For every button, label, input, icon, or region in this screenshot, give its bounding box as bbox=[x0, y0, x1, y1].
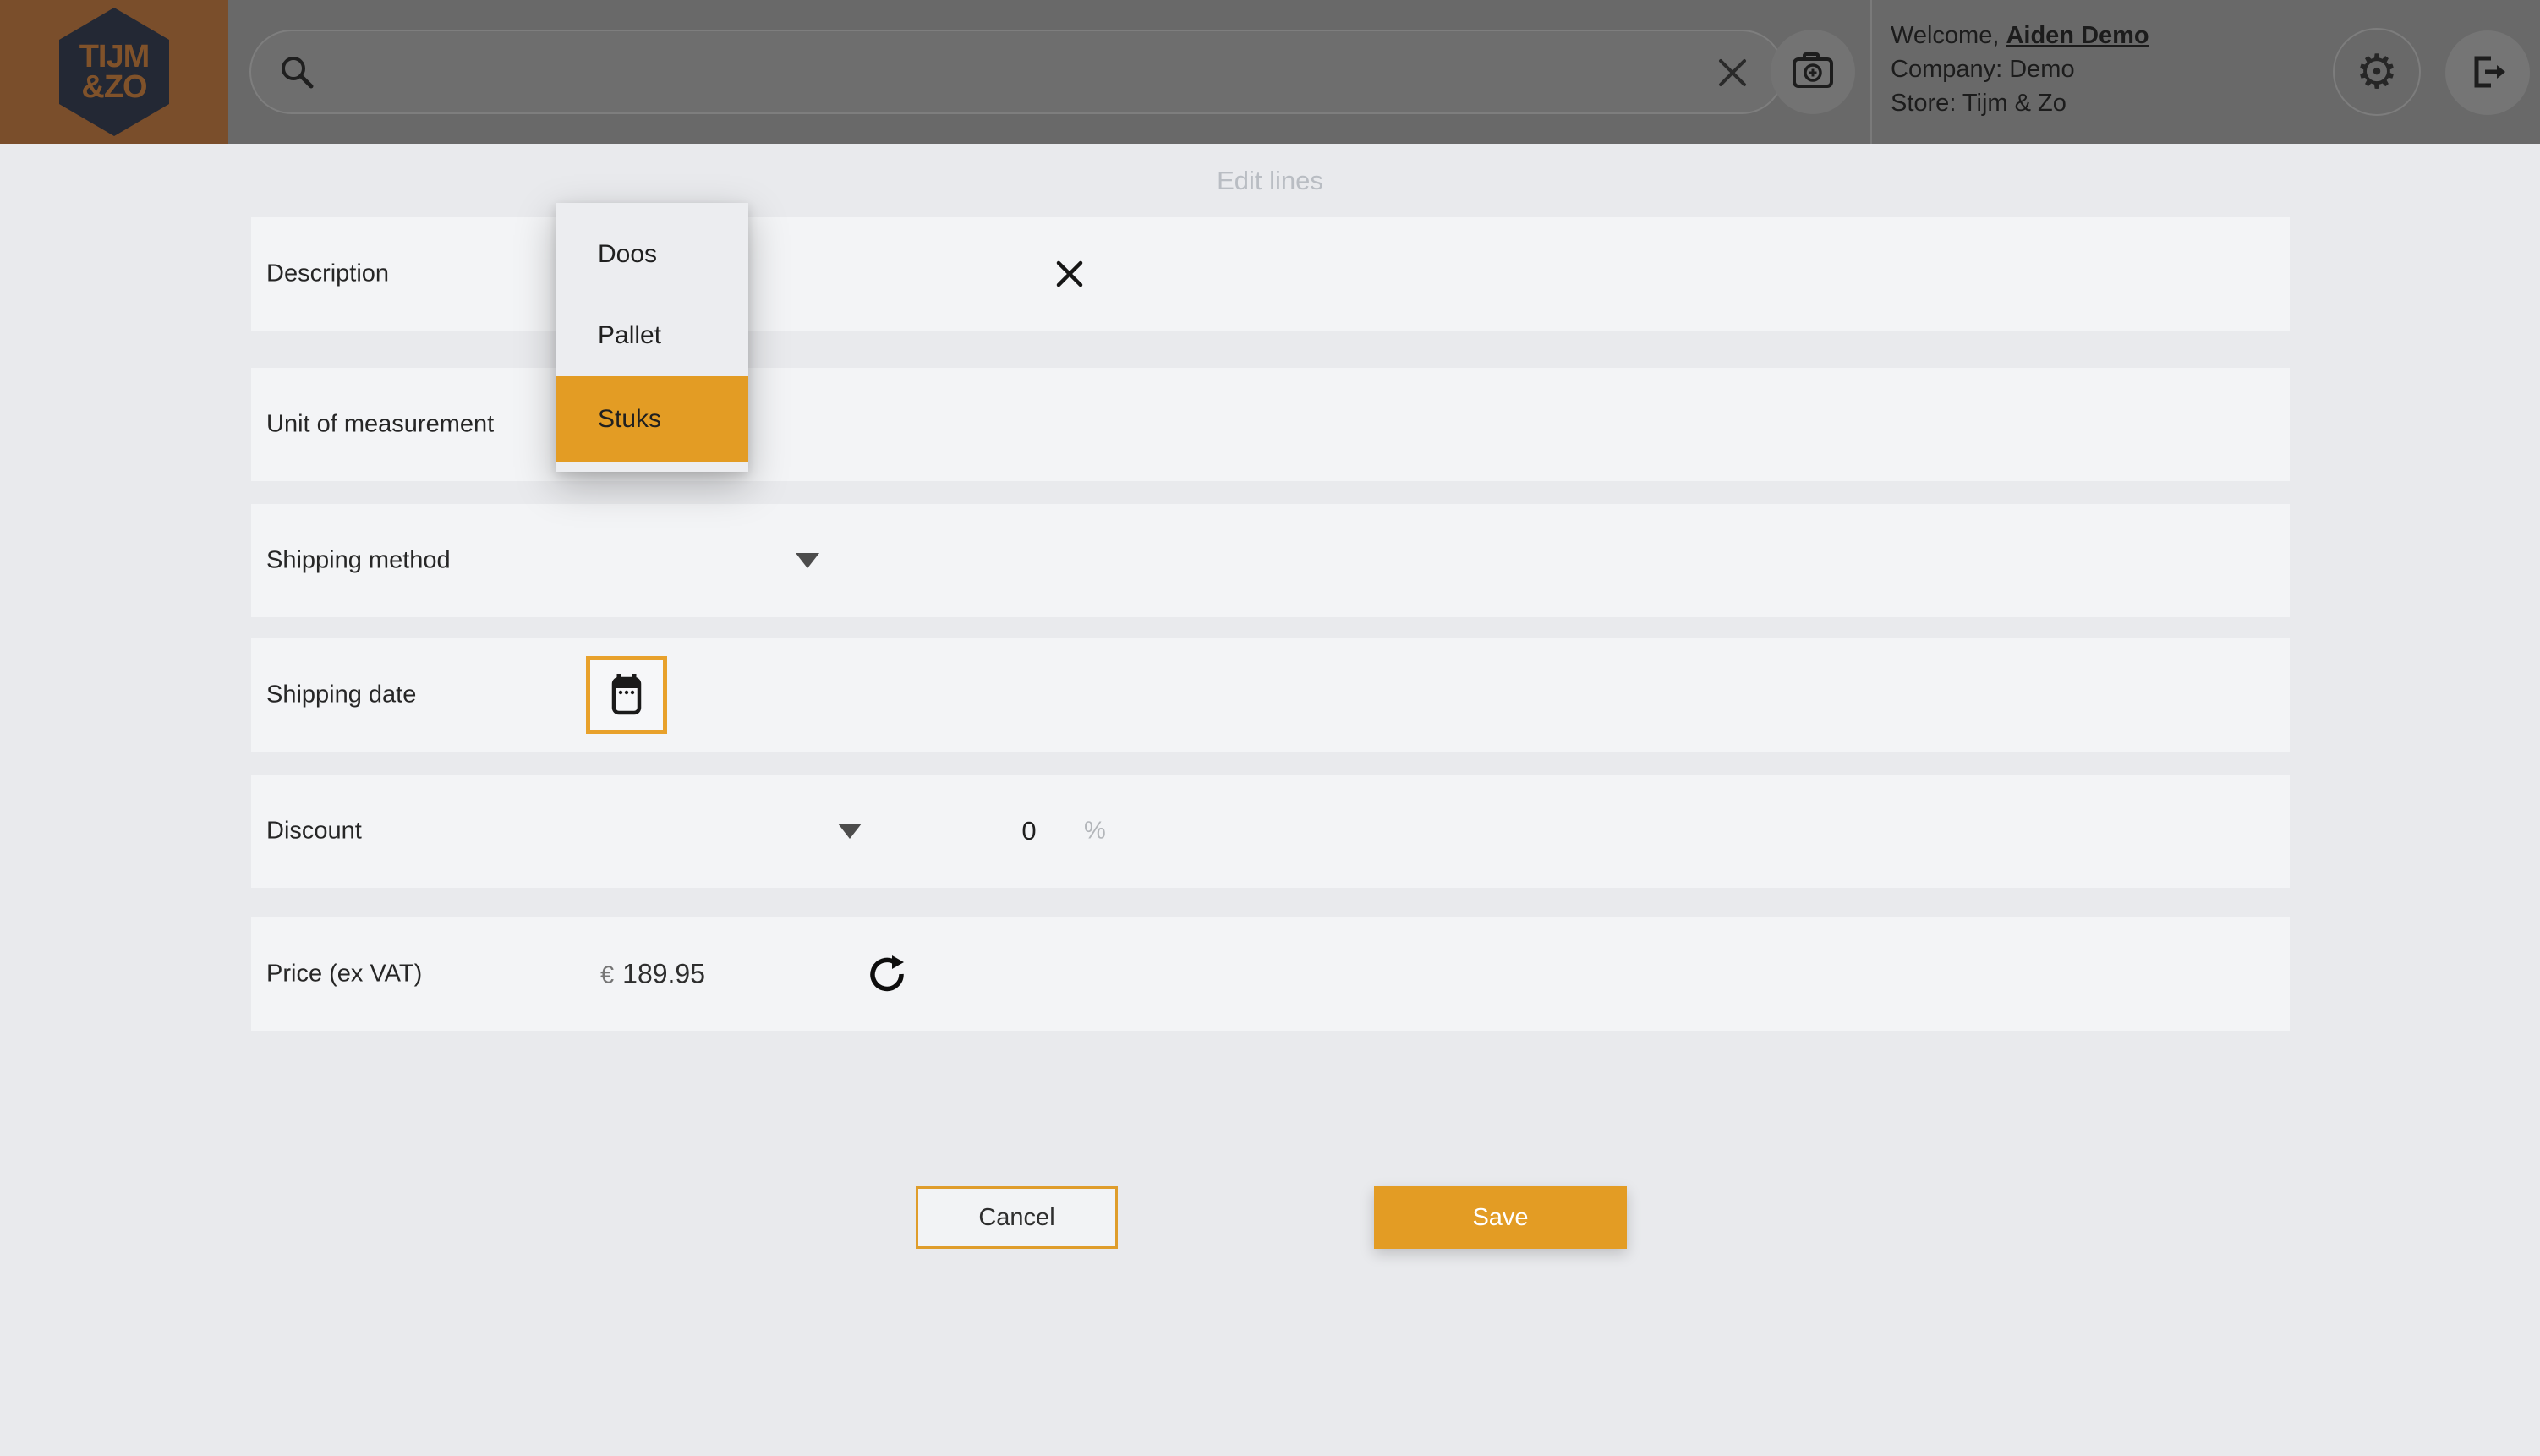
search-zone bbox=[228, 0, 1872, 144]
top-header: TIJM &ZO bbox=[0, 0, 2540, 144]
search-input[interactable] bbox=[336, 31, 1646, 112]
camera-button[interactable] bbox=[1771, 30, 1855, 114]
edit-lines-form: Description Unit of measurement Doos Pal… bbox=[251, 217, 2290, 1274]
description-clear-icon[interactable] bbox=[1053, 257, 1087, 291]
page-title: Edit lines bbox=[0, 166, 2540, 196]
logo-line2: &ZO bbox=[81, 72, 146, 102]
description-label: Description bbox=[266, 260, 389, 288]
row-shipping-date: Shipping date bbox=[251, 638, 2290, 752]
gear-icon: ⚙ bbox=[2356, 45, 2398, 100]
save-button[interactable]: Save bbox=[1374, 1186, 1627, 1249]
unit-dropdown-menu: Doos Pallet Stuks bbox=[556, 203, 748, 472]
logout-icon bbox=[2468, 53, 2507, 93]
logout-button[interactable] bbox=[2445, 30, 2530, 115]
search-icon bbox=[278, 53, 317, 96]
shipping-method-label: Shipping method bbox=[266, 547, 451, 575]
discount-percent-unit: % bbox=[1084, 818, 1106, 846]
camera-icon bbox=[1791, 51, 1835, 94]
welcome-line: Welcome, Aiden Demo bbox=[1891, 19, 2333, 52]
shipping-method-dropdown-arrow-icon[interactable] bbox=[796, 553, 819, 568]
price-amount: 189.95 bbox=[622, 959, 705, 989]
logo-line1: TIJM bbox=[79, 41, 150, 72]
app-logo[interactable]: TIJM &ZO bbox=[0, 0, 228, 144]
logo-hexagon: TIJM &ZO bbox=[59, 8, 169, 136]
store-line: Store: Tijm & Zo bbox=[1891, 86, 2333, 120]
row-discount: Discount 0 % bbox=[251, 775, 2290, 888]
header-actions: ⚙ bbox=[2333, 0, 2540, 144]
discount-value-input[interactable]: 0 bbox=[1004, 816, 1054, 846]
user-name-link[interactable]: Aiden Demo bbox=[2006, 22, 2149, 49]
shipping-date-label: Shipping date bbox=[266, 681, 416, 709]
dropdown-option-pallet[interactable]: Pallet bbox=[556, 295, 748, 376]
discount-label: Discount bbox=[266, 818, 362, 846]
euro-sign: € bbox=[600, 962, 614, 989]
dropdown-option-stuks-selected[interactable]: Stuks bbox=[556, 376, 748, 462]
price-label: Price (ex VAT) bbox=[266, 961, 422, 988]
cancel-button[interactable]: Cancel bbox=[916, 1186, 1118, 1249]
unit-label: Unit of measurement bbox=[266, 411, 494, 439]
search-clear-icon[interactable] bbox=[1714, 55, 1751, 92]
price-value: €189.95 bbox=[600, 959, 705, 990]
row-price: Price (ex VAT) €189.95 bbox=[251, 917, 2290, 1031]
search-bar[interactable] bbox=[249, 30, 1784, 114]
refresh-icon bbox=[867, 985, 907, 998]
user-info: Welcome, Aiden Demo Company: Demo Store:… bbox=[1872, 0, 2333, 144]
price-refresh-button[interactable] bbox=[867, 955, 907, 995]
row-shipping-method: Shipping method bbox=[251, 504, 2290, 617]
dropdown-option-doos[interactable]: Doos bbox=[556, 214, 748, 295]
shipping-date-picker-button[interactable] bbox=[586, 656, 667, 734]
settings-button[interactable]: ⚙ bbox=[2333, 28, 2421, 116]
welcome-prefix: Welcome, bbox=[1891, 22, 2006, 49]
company-line: Company: Demo bbox=[1891, 52, 2333, 86]
discount-dropdown-arrow-icon[interactable] bbox=[838, 824, 862, 839]
calendar-icon bbox=[608, 672, 645, 719]
